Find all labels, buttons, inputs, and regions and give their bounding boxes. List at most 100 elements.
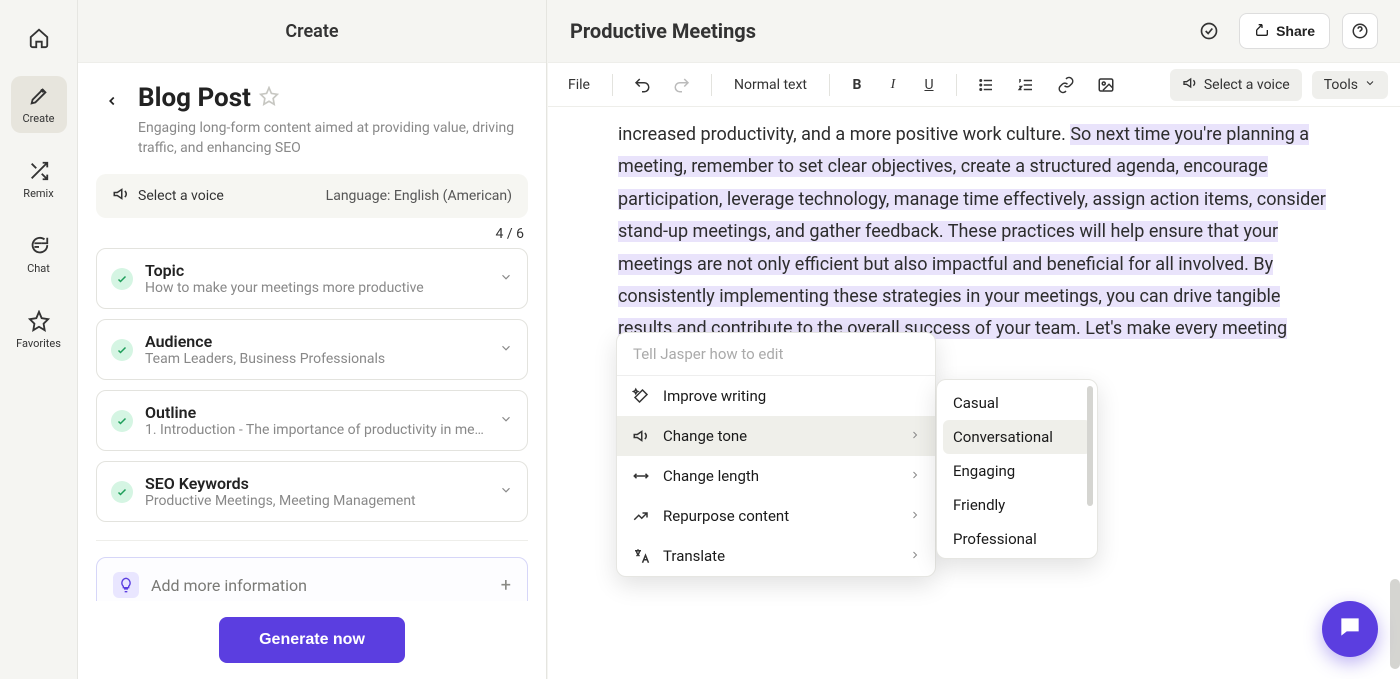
rail-chat-label: Chat <box>27 262 50 275</box>
image-button[interactable] <box>1091 71 1121 99</box>
tone-professional[interactable]: Professional <box>943 522 1091 556</box>
edit-repurpose[interactable]: Repurpose content <box>617 496 935 536</box>
sparkle-icon <box>631 386 651 406</box>
edit-item-label: Improve writing <box>663 387 766 405</box>
edit-change-tone[interactable]: Change tone <box>617 416 935 456</box>
tone-conversational[interactable]: Conversational <box>943 420 1091 454</box>
edit-item-label: Change length <box>663 467 759 485</box>
tone-submenu: Casual Conversational Engaging Friendly … <box>936 379 1098 559</box>
edit-change-length[interactable]: Change length <box>617 456 935 496</box>
link-button[interactable] <box>1051 71 1081 99</box>
language-selector[interactable]: Language: English (American) <box>326 188 512 204</box>
doc-title: Productive Meetings <box>570 19 1179 43</box>
card-title: Topic <box>145 261 487 280</box>
chevron-down-icon <box>1364 77 1376 93</box>
tone-casual[interactable]: Casual <box>943 386 1091 420</box>
scrollbar[interactable] <box>1087 386 1093 506</box>
card-subtitle: 1. Introduction - The importance of prod… <box>145 422 487 438</box>
share-button[interactable]: Share <box>1239 13 1330 49</box>
edit-menu: Tell Jasper how to edit Improve writing … <box>616 332 936 577</box>
scroll-thumb[interactable] <box>1390 579 1400 669</box>
home-icon <box>27 26 51 50</box>
check-icon <box>111 268 133 290</box>
rail-remix-label: Remix <box>23 187 53 200</box>
tone-straightforward[interactable]: Straightforward <box>943 556 1091 559</box>
bulleted-list-button[interactable] <box>971 71 1001 99</box>
trend-icon <box>631 506 651 526</box>
rail-chat[interactable]: Chat <box>11 226 67 283</box>
undo-button[interactable] <box>627 71 657 99</box>
generate-bar: Generate now <box>78 601 546 679</box>
chevron-right-icon <box>909 467 921 485</box>
doc-body: increased productivity, and a more posit… <box>548 107 1400 679</box>
rail-create[interactable]: Create <box>11 76 67 133</box>
select-voice-left[interactable]: Select a voice <box>112 185 224 207</box>
rail-home[interactable] <box>11 18 67 58</box>
doc-header: Productive Meetings Share <box>548 0 1400 63</box>
rail-favorites[interactable]: Favorites <box>11 301 67 358</box>
progress-count: 4 / 6 <box>78 218 546 248</box>
chevron-right-icon <box>909 547 921 565</box>
rail-favorites-label: Favorites <box>16 337 61 350</box>
pencil-icon <box>27 84 51 108</box>
toolbar-voice-label: Select a voice <box>1204 77 1290 93</box>
card-topic[interactable]: Topic How to make your meetings more pro… <box>96 248 528 309</box>
plus-icon: + <box>501 575 511 596</box>
chat-fab[interactable] <box>1322 601 1378 657</box>
chat-icon <box>27 234 51 258</box>
back-button[interactable] <box>100 89 124 113</box>
shuffle-icon <box>27 159 51 183</box>
help-button[interactable] <box>1342 13 1378 49</box>
underline-button[interactable]: U <box>916 71 942 99</box>
card-title: SEO Keywords <box>145 474 487 493</box>
card-outline[interactable]: Outline 1. Introduction - The importance… <box>96 390 528 451</box>
favorite-toggle[interactable] <box>259 86 279 110</box>
chevron-down-icon <box>499 269 513 288</box>
chevron-down-icon <box>499 340 513 359</box>
page-title: Blog Post <box>138 83 251 113</box>
left-panel-title: Create <box>78 0 546 63</box>
status-check-icon[interactable] <box>1191 13 1227 49</box>
megaphone-icon <box>1182 75 1198 95</box>
rail-remix[interactable]: Remix <box>11 151 67 208</box>
card-subtitle: Team Leaders, Business Professionals <box>145 351 487 367</box>
generate-button[interactable]: Generate now <box>219 617 405 663</box>
tone-friendly[interactable]: Friendly <box>943 488 1091 522</box>
chevron-right-icon <box>909 427 921 445</box>
input-cards: Topic How to make your meetings more pro… <box>78 248 546 522</box>
bold-button[interactable]: B <box>844 71 870 99</box>
tone-engaging[interactable]: Engaging <box>943 454 1091 488</box>
star-icon <box>27 309 51 333</box>
edit-menu-prompt[interactable]: Tell Jasper how to edit <box>617 333 935 376</box>
chevron-right-icon <box>909 507 921 525</box>
redo-button[interactable] <box>667 71 697 99</box>
card-subtitle: Productive Meetings, Meeting Management <box>145 493 487 509</box>
arrows-horizontal-icon <box>631 466 651 486</box>
left-panel: Create Blog Post Engaging long-form cont… <box>78 0 547 679</box>
megaphone-icon <box>631 426 651 446</box>
card-title: Outline <box>145 403 487 422</box>
toolbar-tools[interactable]: Tools <box>1312 71 1388 99</box>
card-title: Audience <box>145 332 487 351</box>
edit-translate[interactable]: Translate <box>617 536 935 576</box>
lightbulb-icon <box>113 572 139 598</box>
check-icon <box>111 410 133 432</box>
document-panel: Productive Meetings Share File Normal te… <box>548 0 1400 679</box>
card-seo[interactable]: SEO Keywords Productive Meetings, Meetin… <box>96 461 528 522</box>
toolbar-select-voice[interactable]: Select a voice <box>1170 69 1302 101</box>
text-style-dropdown[interactable]: Normal text <box>726 73 815 97</box>
editor-toolbar: File Normal text B I U <box>548 63 1400 107</box>
edit-improve-writing[interactable]: Improve writing <box>617 376 935 416</box>
share-icon <box>1254 22 1270 41</box>
italic-button[interactable]: I <box>880 71 906 99</box>
edit-item-label: Change tone <box>663 427 747 445</box>
chevron-down-icon <box>499 411 513 430</box>
doc-scrollbar[interactable] <box>1382 107 1400 679</box>
edit-item-label: Repurpose content <box>663 507 789 525</box>
card-subtitle: How to make your meetings more productiv… <box>145 280 487 296</box>
card-audience[interactable]: Audience Team Leaders, Business Professi… <box>96 319 528 380</box>
numbered-list-button[interactable] <box>1011 71 1041 99</box>
toolbar-tools-label: Tools <box>1324 77 1358 93</box>
chevron-down-icon <box>499 482 513 501</box>
file-menu[interactable]: File <box>560 73 598 97</box>
